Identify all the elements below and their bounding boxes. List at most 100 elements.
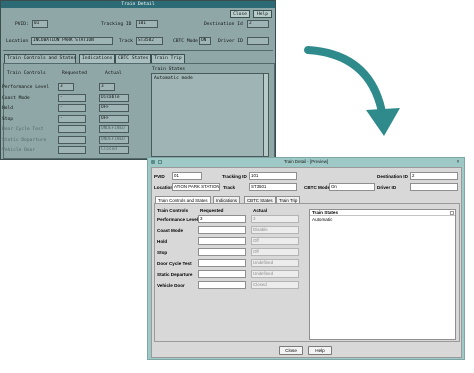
modern-row-label: Stop bbox=[157, 250, 168, 255]
legacy-tab-indications[interactable]: Indications bbox=[79, 54, 116, 63]
legacy-row-label: Performance Level bbox=[2, 85, 50, 90]
legacy-row-requested bbox=[58, 125, 86, 133]
legacy-col-actual: Actual bbox=[105, 71, 122, 76]
legacy-row-label: Coast Mode bbox=[2, 96, 30, 101]
legacy-row-label: Hold bbox=[2, 106, 14, 111]
modern-row-requested[interactable] bbox=[198, 248, 246, 256]
legacy-row-requested bbox=[58, 146, 86, 154]
legacy-row-requested[interactable]: - bbox=[58, 104, 86, 112]
legacy-row-requested[interactable]: - bbox=[58, 115, 86, 123]
legacy-row-actual: Closed bbox=[99, 146, 129, 154]
legacy-tab-cbtc-states[interactable]: CBTC States bbox=[115, 54, 152, 63]
modern-row-label: Door Cycle Test bbox=[157, 261, 192, 266]
legacy-destination-field[interactable]: 2 bbox=[247, 20, 269, 28]
modern-states-header: Train States bbox=[310, 210, 455, 216]
legacy-row-label: Static Departure bbox=[2, 138, 47, 143]
legacy-cbtc-label: CBTC Mode bbox=[173, 39, 198, 44]
modern-pvid-field[interactable]: 01 bbox=[172, 172, 202, 180]
legacy-title-bar: Train Detail bbox=[1, 1, 275, 8]
modern-tab-cbtc-states[interactable]: CBTC States bbox=[244, 196, 276, 203]
legacy-row-label: Stop bbox=[2, 117, 14, 122]
modern-tracking-field[interactable]: 101 bbox=[249, 172, 297, 180]
modern-col-requested: Requested bbox=[200, 208, 224, 213]
modern-close-button[interactable]: Close bbox=[279, 346, 303, 355]
modern-row-requested[interactable]: 3 bbox=[198, 215, 246, 223]
legacy-col-requested: Requested bbox=[62, 71, 87, 76]
modern-train-detail-window: Train Detail - [Preview] × PVID 01 Track… bbox=[147, 157, 465, 360]
modern-pvid-label: PVID bbox=[154, 174, 165, 179]
legacy-train-detail-window: Train Detail Close Help PVID: 01 Trackin… bbox=[0, 0, 276, 160]
modern-row-actual: Closed bbox=[251, 281, 299, 289]
modern-tab-train-trip[interactable]: Train Trip bbox=[276, 196, 301, 203]
modern-row-label: Hold bbox=[157, 239, 168, 244]
legacy-track-label: Track bbox=[119, 39, 133, 44]
modern-row-actual: Off bbox=[251, 248, 299, 256]
legacy-row-requested[interactable]: - bbox=[58, 94, 86, 102]
legacy-tracking-label: Tracking ID bbox=[101, 22, 132, 27]
modern-track-label: Track bbox=[223, 185, 236, 190]
modern-row-requested[interactable] bbox=[198, 237, 246, 245]
modern-row-requested[interactable] bbox=[198, 226, 246, 234]
modern-client-area: PVID 01 Tracking ID 101 Destination ID 2… bbox=[151, 167, 462, 358]
modern-states-resize-icon[interactable] bbox=[450, 211, 454, 215]
legacy-cbtc-field[interactable]: ON bbox=[199, 37, 211, 45]
legacy-driver-field[interactable] bbox=[247, 37, 269, 45]
modern-title-bar: Train Detail - [Preview] × bbox=[148, 158, 464, 166]
legacy-tracking-field[interactable]: 101 bbox=[136, 20, 158, 28]
legacy-row-requested[interactable]: 3 bbox=[58, 83, 74, 91]
legacy-window-title: Train Detail bbox=[121, 2, 155, 7]
legacy-states-item: Automatic mode bbox=[154, 76, 193, 81]
transition-arrow-icon bbox=[304, 46, 400, 136]
modern-close-icon[interactable]: × bbox=[455, 159, 461, 165]
legacy-destination-label: Destination Id bbox=[204, 22, 243, 27]
modern-cbtc-label: CBTC Mode bbox=[304, 185, 331, 190]
modern-driver-field[interactable] bbox=[410, 183, 458, 191]
legacy-states-list[interactable]: Automatic mode bbox=[151, 73, 269, 157]
modern-location-label: Location bbox=[154, 185, 174, 190]
modern-driver-label: Driver ID bbox=[377, 185, 397, 190]
modern-cbtc-field[interactable]: On bbox=[329, 183, 375, 191]
legacy-col-controls: Train Controls bbox=[7, 71, 46, 76]
modern-row-requested[interactable] bbox=[198, 259, 246, 267]
modern-destination-label: Destination ID bbox=[377, 174, 408, 179]
modern-window-title: Train Detail - [Preview] bbox=[283, 159, 329, 164]
legacy-states-label: Train States bbox=[152, 67, 186, 72]
legacy-driver-label: Driver ID bbox=[218, 39, 243, 44]
legacy-pvid-field[interactable]: 01 bbox=[32, 20, 48, 28]
legacy-states-scrollbar[interactable] bbox=[263, 74, 268, 156]
legacy-location-label: Location bbox=[6, 39, 29, 44]
legacy-tab-controls[interactable]: Train Controls and States bbox=[4, 54, 76, 63]
modern-row-actual: 3 bbox=[251, 215, 299, 223]
legacy-row-actual: OFF bbox=[99, 104, 129, 112]
modern-row-requested[interactable] bbox=[198, 281, 246, 289]
modern-help-button[interactable]: Help bbox=[308, 346, 332, 355]
modern-col-actual: Actual bbox=[253, 208, 268, 213]
legacy-location-field[interactable]: INCUBATION PARK STATION bbox=[31, 37, 113, 45]
legacy-pvid-label: PVID: bbox=[15, 22, 29, 27]
legacy-help-button[interactable]: Help bbox=[253, 10, 272, 18]
modern-row-actual: Undefined bbox=[251, 270, 299, 278]
modern-track-field[interactable]: ST3501 bbox=[249, 183, 297, 191]
modern-row-label: Performance Level bbox=[157, 217, 199, 222]
modern-row-actual: Off bbox=[251, 237, 299, 245]
legacy-row-label: Vehicle Door bbox=[2, 148, 36, 153]
modern-states-panel[interactable]: Train States Automatic bbox=[309, 209, 456, 340]
modern-location-field[interactable]: ATION PARK STATION bbox=[172, 183, 220, 191]
modern-row-requested[interactable] bbox=[198, 270, 246, 278]
modern-destination-field[interactable]: 2 bbox=[410, 172, 458, 180]
legacy-close-button[interactable]: Close bbox=[230, 10, 250, 18]
legacy-row-actual: OFF bbox=[99, 115, 129, 123]
legacy-row-actual: 3 bbox=[99, 83, 115, 91]
legacy-row-label: Door Cycle Test bbox=[2, 127, 44, 132]
modern-row-label: Static Departure bbox=[157, 272, 193, 277]
modern-row-actual: Undefined bbox=[251, 259, 299, 267]
legacy-row-actual: UNDEFINED bbox=[99, 136, 129, 144]
legacy-tab-train-trip[interactable]: Train Trip bbox=[151, 54, 185, 63]
legacy-track-field[interactable]: ST3502 bbox=[136, 37, 163, 45]
modern-row-label: Coast Mode bbox=[157, 228, 184, 233]
legacy-row-actual: UNDEFINED bbox=[99, 125, 129, 133]
modern-states-label: Train States bbox=[312, 210, 339, 215]
legacy-row-requested bbox=[58, 136, 86, 144]
modern-tab-indications[interactable]: Indications bbox=[213, 196, 240, 203]
modern-col-controls: Train Controls bbox=[157, 208, 189, 213]
